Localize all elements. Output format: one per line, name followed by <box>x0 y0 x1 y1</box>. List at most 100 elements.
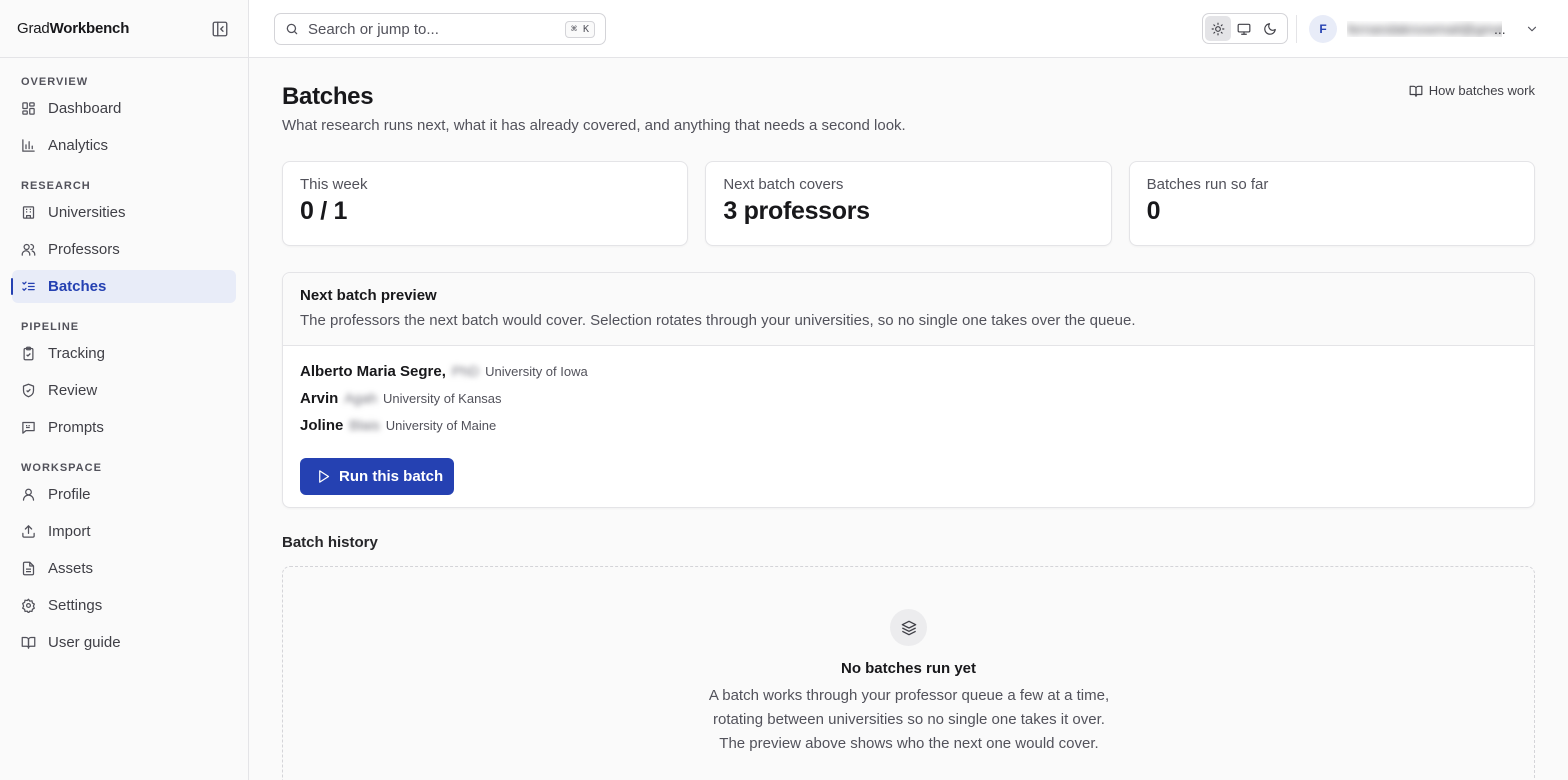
sidebar-item-label: Assets <box>48 560 94 577</box>
stats-row: This week 0 / 1 Next batch covers 3 prof… <box>282 161 1535 246</box>
professor-name-redacted: Agah <box>344 390 378 406</box>
stat-card-batches-run: Batches run so far 0 <box>1128 161 1535 246</box>
page-title: Batches <box>282 83 374 110</box>
sidebar-item-label: Batches <box>48 278 107 295</box>
list-checks-icon <box>22 281 35 291</box>
stat-value: 3 professors <box>723 197 870 225</box>
sidebar-item-assets[interactable]: Assets <box>12 552 236 585</box>
search-shortcut-badge: ⌘ K <box>564 20 595 38</box>
professor-name: Joline <box>300 417 344 434</box>
main-content: Batches What research runs next, what it… <box>249 58 1568 780</box>
sidebar-item-review[interactable]: Review <box>12 374 236 407</box>
users-icon <box>21 243 36 256</box>
sidebar-item-dashboard[interactable]: Dashboard <box>12 92 236 125</box>
batch-history-title: Batch history <box>282 534 378 551</box>
stat-card-next-batch: Next batch covers 3 professors <box>705 161 1112 246</box>
professor-university: University of Iowa <box>485 364 588 379</box>
stat-label: This week <box>300 176 368 193</box>
stat-label: Next batch covers <box>723 176 844 193</box>
sidebar-item-label: Universities <box>48 204 126 221</box>
building-icon <box>22 206 35 219</box>
list-item[interactable]: Alberto Maria Segre, PhD University of I… <box>300 363 1517 390</box>
run-batch-button[interactable]: Run this batch <box>300 458 454 495</box>
stat-label: Batches run so far <box>1146 176 1269 193</box>
professor-list: Alberto Maria Segre, PhD University of I… <box>283 346 1534 495</box>
sidebar-item-label: Settings <box>48 597 103 614</box>
stat-card-this-week: This week 0 / 1 <box>282 161 689 246</box>
stat-value: 0 / 1 <box>300 197 348 225</box>
sidebar-item-import[interactable]: Import <box>12 515 236 548</box>
run-batch-label: Run this batch <box>339 468 444 485</box>
sidebar-item-label: User guide <box>48 634 121 651</box>
sidebar-item-label: Import <box>48 523 91 540</box>
gear-icon <box>22 598 35 613</box>
professor-name: Alberto Maria Segre, <box>300 363 446 380</box>
account-email-text: fernandaknowmail@gmail.com <box>1347 21 1502 37</box>
preview-header: Next batch preview The professors the ne… <box>283 273 1534 346</box>
upload-icon <box>22 525 35 538</box>
sidebar-item-label: Prompts <box>48 419 104 436</box>
sidebar-item-label: Dashboard <box>48 100 122 117</box>
sidebar-item-label: Tracking <box>48 345 105 362</box>
file-icon <box>22 561 35 576</box>
sidebar-item-profile[interactable]: Profile <box>12 478 236 511</box>
sidebar-nav: OVERVIEW Dashboard Analytics RESEARCH Un… <box>0 58 248 659</box>
sidebar-item-prompts[interactable]: Prompts <box>12 411 236 444</box>
nav-section-research: RESEARCH <box>21 180 91 192</box>
sidebar-collapse-icon[interactable] <box>211 20 229 38</box>
professor-university: University of Maine <box>385 418 497 433</box>
account-email: fernandaknowmail@gmail.com <box>1347 21 1502 37</box>
search-box[interactable]: ⌘ K <box>274 13 606 45</box>
sidebar-item-settings[interactable]: Settings <box>12 589 236 622</box>
topbar-divider <box>1296 15 1297 43</box>
preview-title: Next batch preview <box>300 287 437 304</box>
sidebar-item-professors[interactable]: Professors <box>12 233 236 266</box>
clipboard-icon <box>23 346 34 361</box>
sidebar-item-label: Review <box>48 382 98 399</box>
list-item[interactable]: Arvin Agah University of Kansas <box>300 390 1517 417</box>
sidebar-item-analytics[interactable]: Analytics <box>12 129 236 162</box>
sidebar-item-label: Professors <box>48 241 120 258</box>
professor-name-redacted: Blais <box>349 417 380 433</box>
theme-system-button[interactable] <box>1231 16 1257 41</box>
theme-light-button[interactable] <box>1205 16 1231 41</box>
how-batches-work-link[interactable]: How batches work <box>1409 83 1535 98</box>
sidebar-item-tracking[interactable]: Tracking <box>12 337 236 370</box>
nav-section-pipeline: PIPELINE <box>21 321 80 333</box>
moon-icon <box>1264 22 1276 35</box>
empty-state-title: No batches run yet <box>840 660 977 677</box>
sun-icon <box>1211 22 1225 35</box>
shield-icon <box>22 383 35 398</box>
bar-chart-icon <box>22 139 35 152</box>
theme-dark-button[interactable] <box>1257 16 1283 41</box>
topbar: ⌘ K F fernandaknowmail@gmail.com ... <box>249 0 1568 58</box>
sidebar-item-user-guide[interactable]: User guide <box>12 626 236 659</box>
search-icon <box>286 23 298 35</box>
app-logo[interactable]: GradWorkbench <box>17 20 129 37</box>
page-subtitle: What research runs next, what it has alr… <box>282 117 906 134</box>
stat-value: 0 <box>1146 197 1161 225</box>
batch-history-empty-state: No batches run yet A batch works through… <box>282 566 1535 780</box>
book-icon <box>21 636 36 649</box>
sidebar-item-label: Analytics <box>48 137 109 154</box>
search-input[interactable] <box>308 20 565 38</box>
sidebar-item-batches[interactable]: Batches <box>11 270 236 303</box>
account-menu[interactable]: F fernandaknowmail@gmail.com ... <box>1309 14 1539 44</box>
preview-description: The professors the next batch would cove… <box>300 312 1136 329</box>
how-batches-work-label: How batches work <box>1428 83 1535 98</box>
user-icon <box>22 488 35 501</box>
sidebar-item-universities[interactable]: Universities <box>12 196 236 229</box>
layers-icon <box>890 609 927 646</box>
sidebar: GradWorkbench OVERVIEW Dashboard Analyti… <box>0 0 249 780</box>
empty-state-text: A batch works through your professor que… <box>708 687 1110 752</box>
brand-prefix: Grad <box>17 20 50 37</box>
dashboard-icon <box>22 102 35 115</box>
play-icon <box>319 470 330 483</box>
message-icon <box>22 421 35 434</box>
professor-university: University of Kansas <box>383 391 502 406</box>
list-item[interactable]: Joline Blais University of Maine <box>300 417 1517 444</box>
professor-name: Arvin <box>300 390 339 407</box>
sidebar-item-label: Profile <box>48 486 91 503</box>
brand-row: GradWorkbench <box>0 0 248 58</box>
theme-toggle-group <box>1202 13 1288 44</box>
